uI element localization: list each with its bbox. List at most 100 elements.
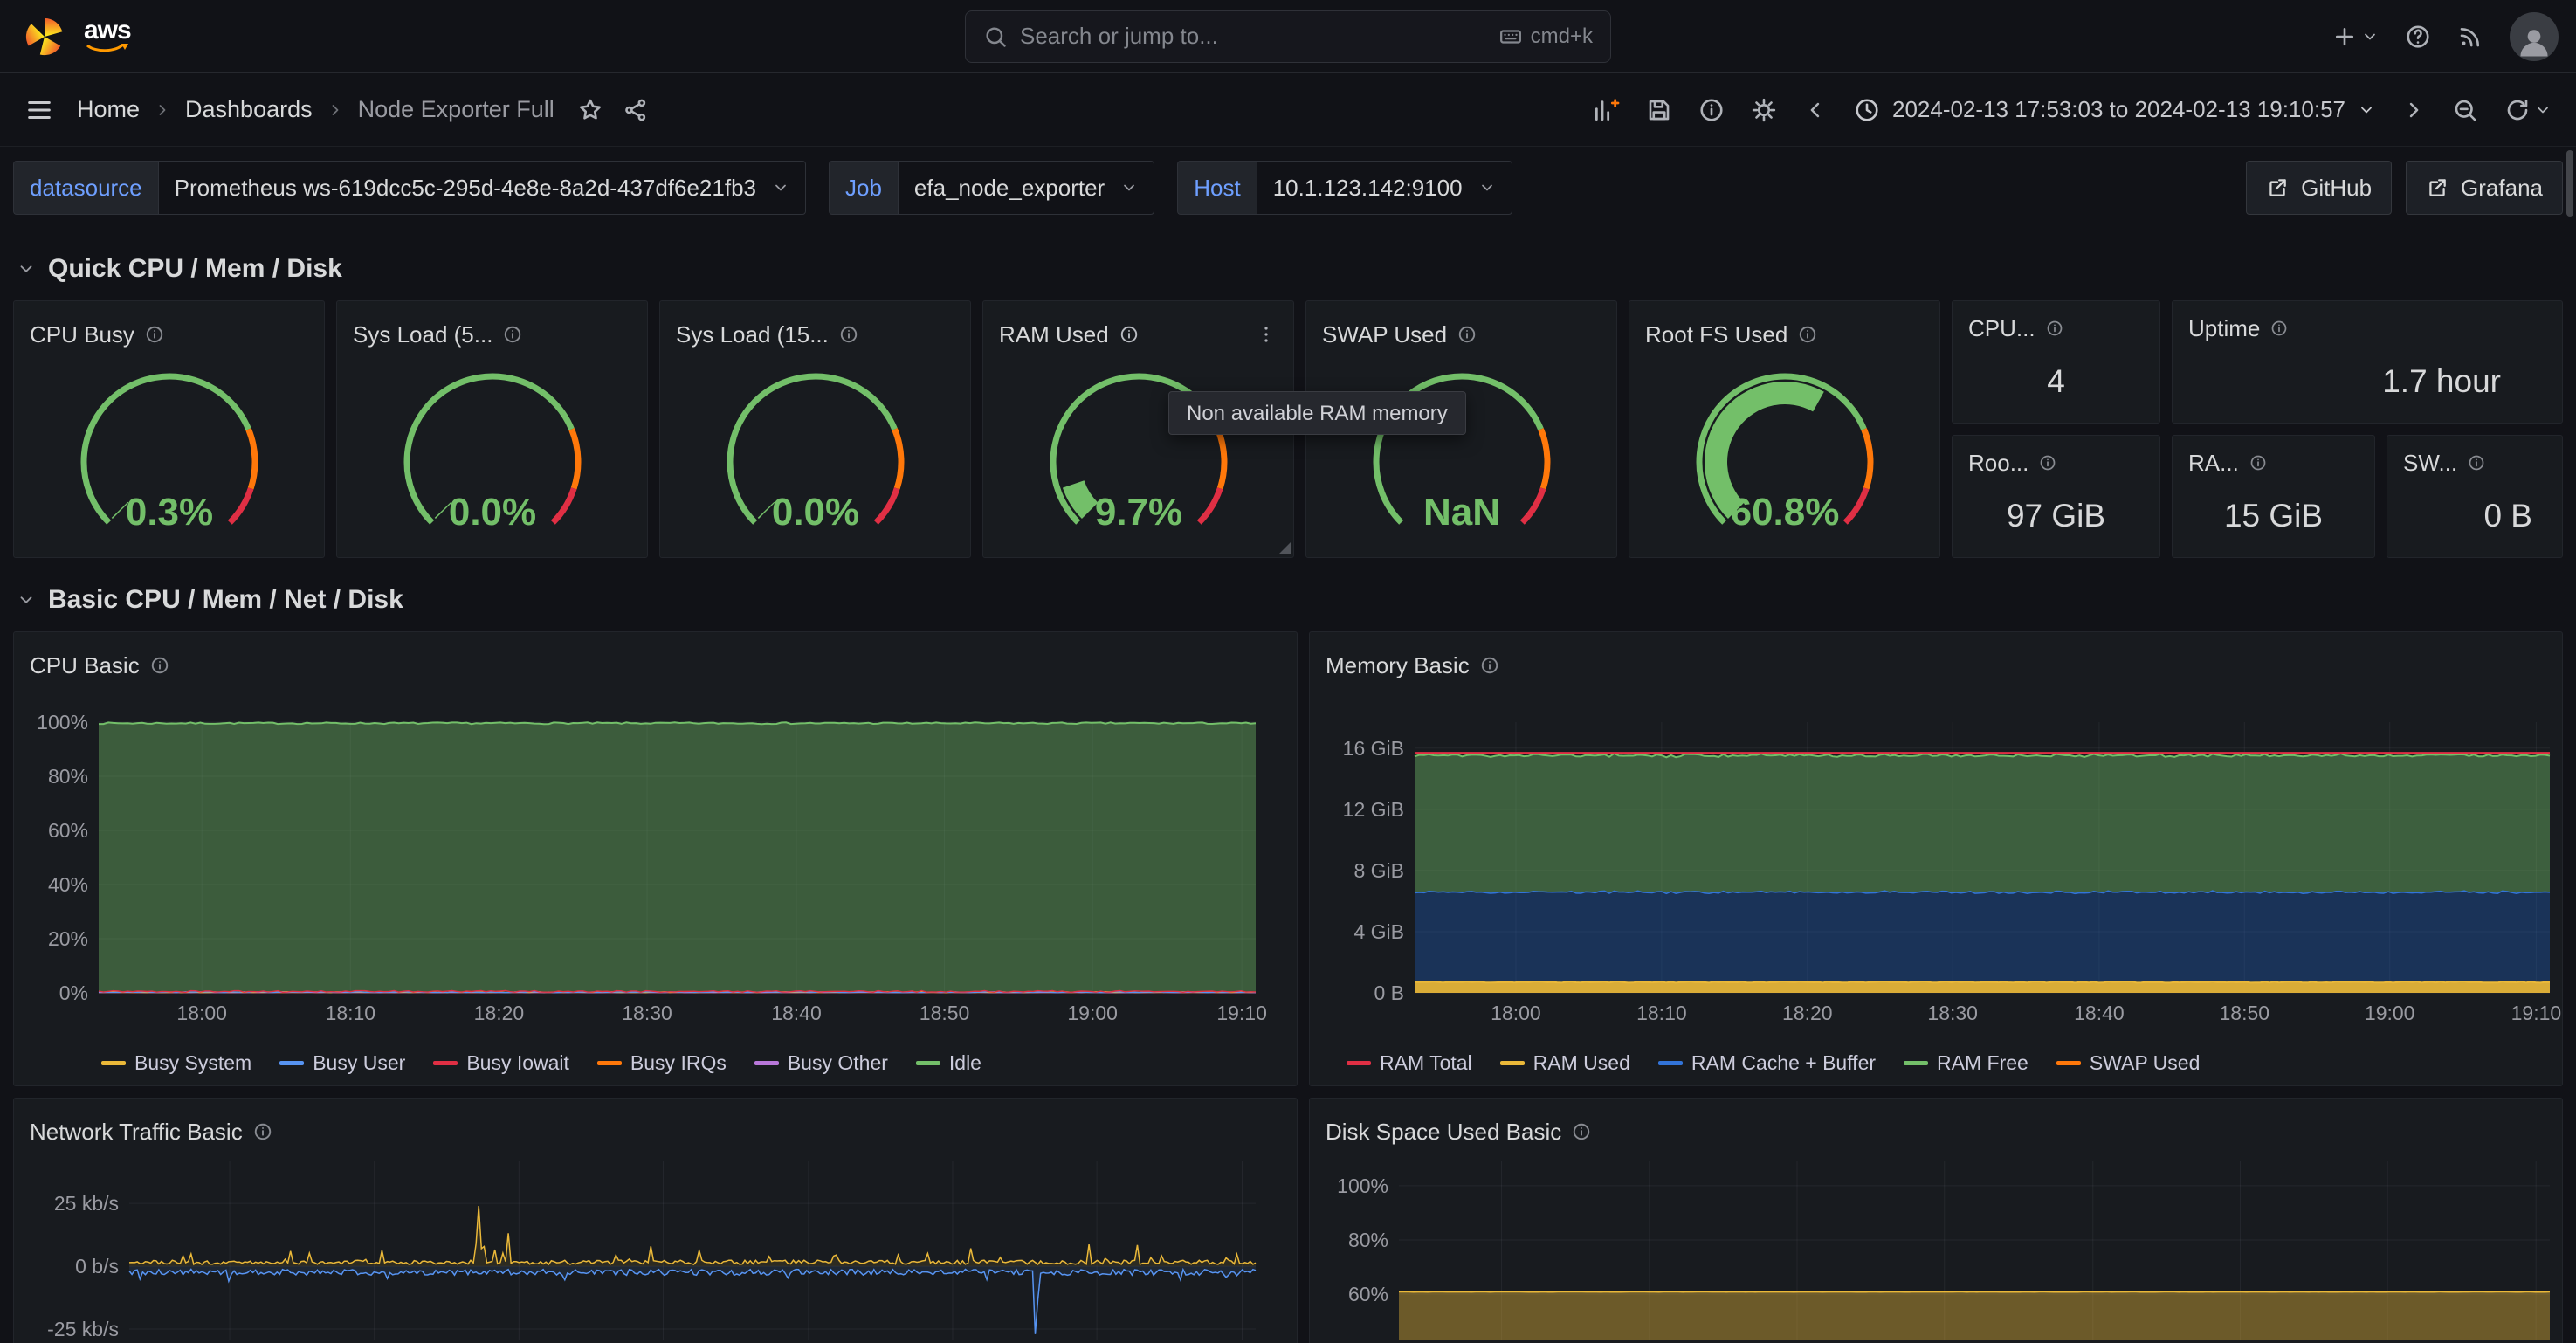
help-button[interactable] (2405, 24, 2431, 50)
panel-title[interactable]: Uptime (2188, 315, 2260, 342)
variable-label: datasource (13, 161, 158, 215)
time-shift-back-button[interactable] (1803, 98, 1828, 122)
info-icon[interactable] (150, 656, 169, 675)
dashboard-settings-button[interactable] (1751, 97, 1777, 123)
job-picker[interactable]: efa_node_exporter (897, 161, 1155, 215)
info-icon[interactable] (2039, 454, 2056, 472)
grafana-logo-icon[interactable] (24, 17, 65, 57)
cpu-basic-legend: Busy System Busy User Busy Iowait Busy IRQs… (14, 1040, 1297, 1085)
row-basic-cpu-mem-net-disk[interactable]: Basic CPU / Mem / Net / Disk (17, 584, 2559, 616)
search-bar[interactable]: cmd+k (965, 10, 1611, 63)
info-icon[interactable] (1119, 325, 1139, 344)
legend-item[interactable]: RAM Total (1347, 1051, 1472, 1075)
mega-menu-button[interactable] (24, 95, 54, 125)
github-link-button[interactable]: GitHub (2246, 161, 2393, 215)
legend-item[interactable]: RAM Cache + Buffer (1657, 1051, 1876, 1075)
variable-job: Job efa_node_exporter (829, 161, 1155, 215)
panel-title[interactable]: Sys Load (15... (676, 321, 829, 348)
panel-menu-icon[interactable] (1255, 323, 1278, 346)
panel-title[interactable]: Roo... (1968, 450, 2028, 477)
grafana-link-button[interactable]: Grafana (2406, 161, 2563, 215)
panel-title[interactable]: CPU Basic (30, 652, 140, 679)
time-shift-forward-button[interactable] (2401, 98, 2426, 122)
panel-title[interactable]: Disk Space Used Basic (1326, 1119, 1561, 1146)
breadcrumb-home[interactable]: Home (77, 96, 140, 123)
search-input[interactable] (1020, 23, 1487, 50)
aws-logo[interactable]: aws (84, 17, 132, 55)
save-dashboard-button[interactable] (1646, 97, 1672, 123)
star-icon[interactable] (577, 97, 603, 123)
add-panel-button[interactable] (1592, 96, 1620, 124)
legend-color-mark (754, 1060, 779, 1065)
panel-title[interactable]: Sys Load (5... (353, 321, 492, 348)
svg-text:80%: 80% (48, 765, 88, 788)
panel-title[interactable]: CPU Busy (30, 321, 134, 348)
news-button[interactable] (2457, 24, 2483, 50)
svg-text:19:00: 19:00 (1067, 1002, 1118, 1024)
stat-value: 0 B (2483, 497, 2532, 534)
panel-memory-basic: Memory Basic 18:00 18:10 18:20 18:30 18:40 18… (1309, 631, 2563, 1086)
legend-item[interactable]: RAM Free (1904, 1051, 2028, 1075)
legend-label: Busy User (313, 1050, 406, 1074)
share-icon[interactable] (623, 97, 649, 123)
info-icon[interactable] (145, 325, 164, 344)
memory-basic-chart[interactable]: 18:00 18:10 18:20 18:30 18:40 18:50 19:00 19:10… (1310, 686, 2562, 1040)
svg-text:60%: 60% (1348, 1283, 1388, 1305)
info-icon[interactable] (839, 325, 858, 344)
panel-title[interactable]: Network Traffic Basic (30, 1119, 243, 1146)
info-icon[interactable] (1798, 325, 1817, 344)
variable-label: Host (1177, 161, 1257, 215)
row-quick-cpu-mem-disk[interactable]: Quick CPU / Mem / Disk (17, 253, 2559, 285)
user-avatar[interactable] (2510, 11, 2559, 61)
legend-item[interactable]: Busy Iowait (433, 1051, 569, 1075)
dashboard-insights-button[interactable] (1698, 97, 1725, 123)
panel-resize-handle[interactable] (1278, 542, 1291, 554)
panel-title[interactable]: SWAP Used (1322, 321, 1447, 348)
svg-text:18:10: 18:10 (1636, 1002, 1687, 1024)
datasource-picker[interactable]: Prometheus ws-619dcc5c-295d-4e8e-8a2d-43… (157, 161, 806, 215)
info-icon[interactable] (1572, 1122, 1591, 1141)
info-icon[interactable] (2270, 320, 2288, 337)
disk-space-chart[interactable]: 100% 80% 60% (1310, 1153, 2562, 1340)
svg-text:18:30: 18:30 (1927, 1002, 1978, 1024)
legend-item[interactable]: Busy User (279, 1051, 405, 1075)
info-icon[interactable] (1457, 325, 1477, 344)
svg-text:18:50: 18:50 (2220, 1002, 2270, 1024)
breadcrumb-dashboards[interactable]: Dashboards (185, 96, 313, 123)
search-shortcut: cmd+k (1499, 24, 1593, 49)
zoom-out-time-button[interactable] (2452, 97, 2478, 123)
page-scrollbar[interactable] (2566, 150, 2573, 217)
cpu-basic-chart[interactable]: 18:00 18:10 18:20 18:30 18:40 18:50 19:00 19:10… (14, 686, 1297, 1040)
host-picker[interactable]: 10.1.123.142:9100 (1256, 161, 1512, 215)
info-icon[interactable] (2046, 320, 2063, 337)
legend-item[interactable]: Busy IRQs (596, 1051, 727, 1075)
panel-title[interactable]: SW... (2403, 450, 2457, 477)
top-navbar: aws cmd+k (0, 0, 2576, 73)
legend-item[interactable]: Busy Other (754, 1051, 888, 1075)
panel-title[interactable]: Memory Basic (1326, 652, 1470, 679)
save-icon (1649, 100, 1670, 120)
info-icon[interactable] (2468, 454, 2485, 472)
svg-text:100%: 100% (1337, 1174, 1388, 1197)
panel-title[interactable]: RA... (2188, 450, 2239, 477)
add-panel-icon (1595, 98, 1620, 121)
info-icon[interactable] (503, 325, 522, 344)
panel-title[interactable]: CPU... (1968, 315, 2035, 342)
network-traffic-chart[interactable]: 25 kb/s 0 b/s -25 kb/s (14, 1153, 1297, 1340)
new-menu-button[interactable] (2331, 24, 2379, 50)
svg-text:18:20: 18:20 (474, 1002, 525, 1024)
refresh-button[interactable] (2504, 97, 2552, 123)
legend-item[interactable]: SWAP Used (2056, 1051, 2200, 1075)
info-icon[interactable] (2249, 454, 2267, 472)
info-icon[interactable] (1480, 656, 1499, 675)
panel-title[interactable]: Root FS Used (1645, 321, 1787, 348)
chevron-right-icon (2409, 102, 2419, 117)
info-icon[interactable] (253, 1122, 272, 1141)
legend-label: RAM Total (1380, 1050, 1472, 1074)
time-range-picker[interactable]: 2024-02-13 17:53:03 to 2024-02-13 19:10:… (1854, 96, 2375, 123)
panel-title[interactable]: RAM Used (999, 321, 1109, 348)
legend-item[interactable]: Idle (915, 1051, 981, 1075)
legend-item[interactable]: Busy System (101, 1051, 251, 1075)
legend-item[interactable]: RAM Used (1499, 1051, 1630, 1075)
svg-text:0.0%: 0.0% (448, 491, 535, 534)
